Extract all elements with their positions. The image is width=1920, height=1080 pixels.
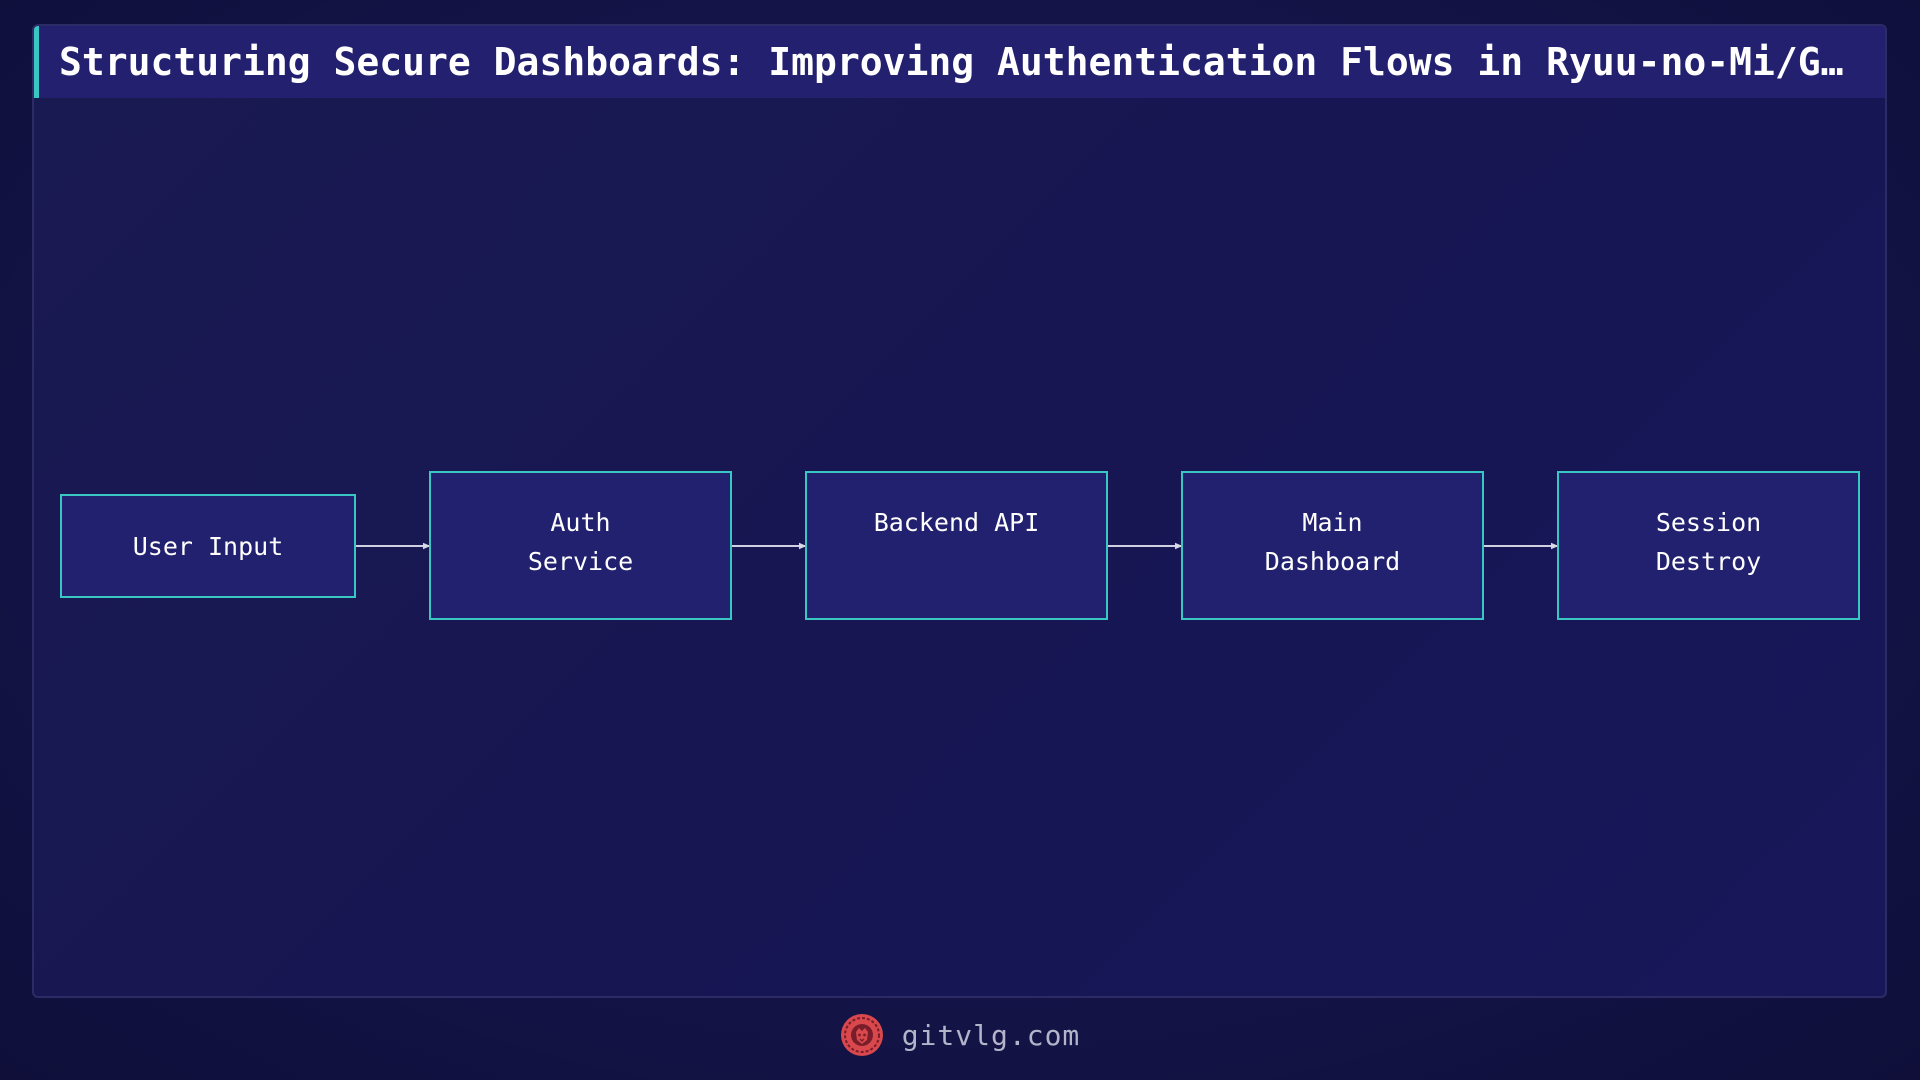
title-bar: Structuring Secure Dashboards: Improving… bbox=[34, 26, 1885, 98]
footer: gitvlg.com bbox=[0, 1010, 1920, 1060]
node-auth-service: Auth Service bbox=[429, 471, 732, 620]
page-title: Structuring Secure Dashboards: Improving… bbox=[59, 40, 1865, 84]
node-label: User Input bbox=[132, 531, 284, 561]
node-label: Session Destroy bbox=[1655, 508, 1762, 576]
node-label: Auth Service bbox=[527, 508, 634, 576]
node-backend-api: Backend API bbox=[805, 471, 1108, 620]
node-label: Main Dashboard bbox=[1264, 508, 1401, 576]
node-user-input: User Input bbox=[60, 494, 356, 598]
node-main-dashboard: Main Dashboard bbox=[1181, 471, 1484, 620]
footer-site-link[interactable]: gitvlg.com bbox=[902, 1019, 1081, 1052]
lion-logo-icon bbox=[840, 1014, 883, 1056]
node-session-destroy: Session Destroy bbox=[1557, 471, 1860, 620]
node-label: Backend API bbox=[873, 508, 1040, 537]
